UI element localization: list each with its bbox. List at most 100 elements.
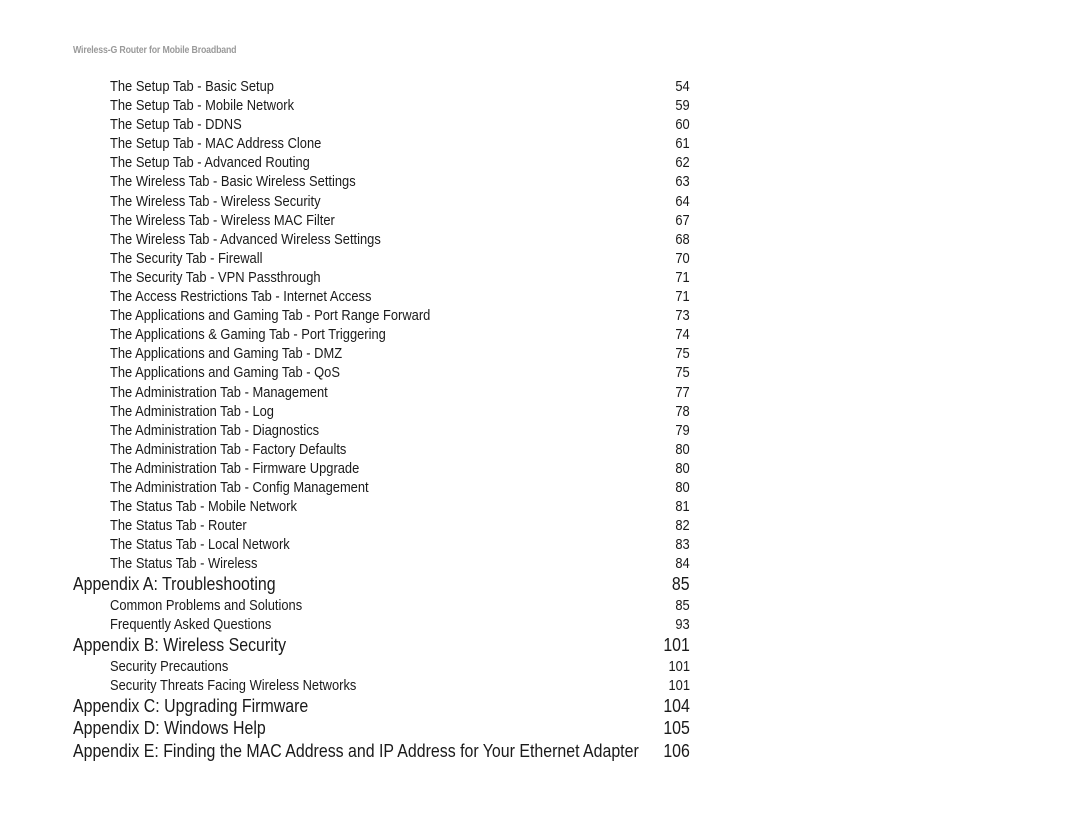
toc-entry[interactable]: The Wireless Tab - Wireless Security 64 <box>0 192 1080 211</box>
toc-entry[interactable]: The Status Tab - Mobile Network 81 <box>0 497 1080 516</box>
toc-entry[interactable]: The Status Tab - Wireless 84 <box>0 554 1080 573</box>
toc-entry-page-number[interactable]: 80 <box>676 460 690 477</box>
toc-entry[interactable]: The Setup Tab - Mobile Network 59 <box>0 96 1080 115</box>
toc-entry-title[interactable]: The Administration Tab - Log <box>110 403 274 420</box>
toc-entry-page-number[interactable]: 60 <box>676 116 690 133</box>
toc-entry-title[interactable]: The Setup Tab - Advanced Routing <box>110 154 310 171</box>
toc-entry-page-number[interactable]: 84 <box>676 555 690 572</box>
toc-entry-page-number[interactable]: 74 <box>676 326 690 343</box>
toc-entry-page-number[interactable]: 62 <box>676 154 690 171</box>
toc-entry[interactable]: The Administration Tab - Log 78 <box>0 402 1080 421</box>
toc-entry-page-number[interactable]: 80 <box>676 441 690 458</box>
toc-entry[interactable]: The Administration Tab - Firmware Upgrad… <box>0 459 1080 478</box>
toc-entry-page-number[interactable]: 75 <box>676 345 690 362</box>
toc-entry-page-number[interactable]: 75 <box>676 364 690 381</box>
toc-entry-page-number[interactable]: 77 <box>676 384 690 401</box>
toc-entry-title[interactable]: The Administration Tab - Management <box>110 384 328 401</box>
toc-entry-page-number[interactable]: 85 <box>676 597 690 614</box>
toc-entry-title[interactable]: The Wireless Tab - Wireless Security <box>110 193 321 210</box>
toc-entry-title[interactable]: The Setup Tab - DDNS <box>110 116 242 133</box>
toc-entry[interactable]: The Administration Tab - Diagnostics 79 <box>0 421 1080 440</box>
toc-entry-title[interactable]: The Applications and Gaming Tab - Port R… <box>110 307 430 324</box>
toc-heading-entry[interactable]: Appendix D: Windows Help 105 <box>0 717 1080 740</box>
toc-entry-page-number[interactable]: 82 <box>676 517 690 534</box>
toc-entry[interactable]: The Setup Tab - Basic Setup 54 <box>0 77 1080 96</box>
toc-entry-title[interactable]: Appendix C: Upgrading Firmware <box>73 695 308 717</box>
toc-entry-title[interactable]: The Wireless Tab - Wireless MAC Filter <box>110 212 335 229</box>
toc-entry-title[interactable]: The Security Tab - VPN Passthrough <box>110 269 321 286</box>
toc-entry-page-number[interactable]: 73 <box>676 307 690 324</box>
toc-entry-title[interactable]: Security Precautions <box>110 658 228 675</box>
toc-entry[interactable]: The Setup Tab - MAC Address Clone 61 <box>0 134 1080 153</box>
toc-entry-title[interactable]: The Status Tab - Wireless <box>110 555 257 572</box>
toc-entry-title[interactable]: The Administration Tab - Diagnostics <box>110 422 319 439</box>
toc-entry[interactable]: The Wireless Tab - Advanced Wireless Set… <box>0 230 1080 249</box>
toc-entry-page-number[interactable]: 68 <box>676 231 690 248</box>
toc-entry[interactable]: The Status Tab - Router 82 <box>0 516 1080 535</box>
toc-heading-entry[interactable]: Appendix A: Troubleshooting 85 <box>0 573 1080 596</box>
toc-entry-title[interactable]: The Applications & Gaming Tab - Port Tri… <box>110 326 386 343</box>
toc-entry-page-number[interactable]: 101 <box>668 658 690 675</box>
toc-entry-title[interactable]: Appendix E: Finding the MAC Address and … <box>73 740 639 762</box>
toc-entry-title[interactable]: The Setup Tab - MAC Address Clone <box>110 135 321 152</box>
toc-entry[interactable]: Common Problems and Solutions 85 <box>0 596 1080 615</box>
toc-entry[interactable]: Security Threats Facing Wireless Network… <box>0 676 1080 695</box>
toc-entry-page-number[interactable]: 85 <box>672 573 690 595</box>
toc-entry-page-number[interactable]: 70 <box>676 250 690 267</box>
toc-entry-page-number[interactable]: 63 <box>676 173 690 190</box>
toc-entry-page-number[interactable]: 71 <box>676 288 690 305</box>
toc-entry[interactable]: The Setup Tab - DDNS 60 <box>0 115 1080 134</box>
toc-entry[interactable]: The Applications and Gaming Tab - Port R… <box>0 306 1080 325</box>
toc-entry-title[interactable]: The Security Tab - Firewall <box>110 250 262 267</box>
toc-entry-page-number[interactable]: 106 <box>663 740 690 762</box>
toc-entry[interactable]: The Access Restrictions Tab - Internet A… <box>0 287 1080 306</box>
toc-entry[interactable]: The Security Tab - Firewall 70 <box>0 249 1080 268</box>
toc-entry-title[interactable]: The Administration Tab - Factory Default… <box>110 441 346 458</box>
toc-entry-title[interactable]: The Wireless Tab - Basic Wireless Settin… <box>110 173 356 190</box>
toc-entry-page-number[interactable]: 67 <box>676 212 690 229</box>
toc-entry-page-number[interactable]: 81 <box>676 498 690 515</box>
toc-entry-page-number[interactable]: 105 <box>663 717 690 739</box>
toc-entry-title[interactable]: Frequently Asked Questions <box>110 616 271 633</box>
toc-entry[interactable]: The Wireless Tab - Wireless MAC Filter 67 <box>0 211 1080 230</box>
toc-entry[interactable]: The Applications and Gaming Tab - QoS 75 <box>0 363 1080 382</box>
toc-entry-page-number[interactable]: 61 <box>676 135 690 152</box>
toc-entry-title[interactable]: The Status Tab - Mobile Network <box>110 498 297 515</box>
toc-entry-title[interactable]: The Access Restrictions Tab - Internet A… <box>110 288 371 305</box>
toc-entry-page-number[interactable]: 101 <box>663 634 690 656</box>
toc-entry[interactable]: The Applications & Gaming Tab - Port Tri… <box>0 325 1080 344</box>
toc-entry-title[interactable]: Appendix B: Wireless Security <box>73 634 286 656</box>
toc-entry-page-number[interactable]: 80 <box>676 479 690 496</box>
toc-entry-page-number[interactable]: 71 <box>676 269 690 286</box>
toc-entry[interactable]: The Status Tab - Local Network 83 <box>0 535 1080 554</box>
toc-entry-title[interactable]: Appendix A: Troubleshooting <box>73 573 276 595</box>
toc-entry-page-number[interactable]: 93 <box>676 616 690 633</box>
toc-entry[interactable]: Security Precautions 101 <box>0 657 1080 676</box>
toc-entry-title[interactable]: The Setup Tab - Mobile Network <box>110 97 294 114</box>
toc-heading-entry[interactable]: Appendix C: Upgrading Firmware 104 <box>0 695 1080 718</box>
toc-entry[interactable]: Frequently Asked Questions 93 <box>0 615 1080 634</box>
toc-entry-title[interactable]: Common Problems and Solutions <box>110 597 302 614</box>
toc-entry-title[interactable]: The Wireless Tab - Advanced Wireless Set… <box>110 231 381 248</box>
toc-entry-title[interactable]: Security Threats Facing Wireless Network… <box>110 677 356 694</box>
toc-entry[interactable]: The Setup Tab - Advanced Routing 62 <box>0 153 1080 172</box>
toc-entry-page-number[interactable]: 78 <box>676 403 690 420</box>
toc-entry[interactable]: The Wireless Tab - Basic Wireless Settin… <box>0 172 1080 191</box>
toc-entry-title[interactable]: The Status Tab - Local Network <box>110 536 290 553</box>
toc-entry-page-number[interactable]: 101 <box>668 677 690 694</box>
toc-entry-page-number[interactable]: 64 <box>676 193 690 210</box>
toc-entry-title[interactable]: The Setup Tab - Basic Setup <box>110 78 274 95</box>
toc-entry-title[interactable]: Appendix D: Windows Help <box>73 717 266 739</box>
toc-entry-page-number[interactable]: 59 <box>676 97 690 114</box>
toc-entry[interactable]: The Administration Tab - Management 77 <box>0 383 1080 402</box>
toc-entry-page-number[interactable]: 79 <box>676 422 690 439</box>
toc-entry-page-number[interactable]: 83 <box>676 536 690 553</box>
toc-entry[interactable]: The Administration Tab - Factory Default… <box>0 440 1080 459</box>
toc-entry-page-number[interactable]: 104 <box>663 695 690 717</box>
toc-entry-page-number[interactable]: 54 <box>676 78 690 95</box>
toc-heading-entry[interactable]: Appendix B: Wireless Security 101 <box>0 634 1080 657</box>
toc-entry[interactable]: The Administration Tab - Config Manageme… <box>0 478 1080 497</box>
toc-entry-title[interactable]: The Administration Tab - Config Manageme… <box>110 479 369 496</box>
toc-entry[interactable]: The Security Tab - VPN Passthrough 71 <box>0 268 1080 287</box>
toc-entry-title[interactable]: The Administration Tab - Firmware Upgrad… <box>110 460 359 477</box>
